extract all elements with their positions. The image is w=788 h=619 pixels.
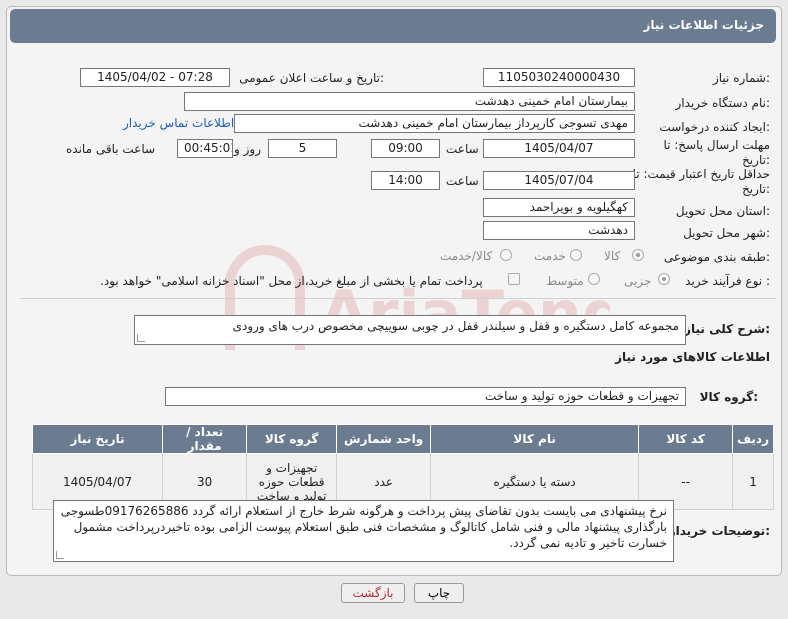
announce-date-label: تاریخ و ساعت اعلان عمومی:	[239, 71, 384, 85]
process-label: نوع فرآیند خرید :	[685, 274, 770, 288]
col-unit: واحد شمارش	[336, 424, 432, 454]
process-option-minor: جزیی	[624, 274, 652, 288]
col-need-date: تاریخ نیاز	[31, 424, 164, 454]
need-number-label: شماره نیاز:	[712, 71, 770, 85]
city-label: شهر محل تحویل:	[683, 226, 770, 240]
category-radio-service[interactable]	[570, 249, 582, 261]
process-radio-minor[interactable]	[658, 273, 670, 285]
resize-handle[interactable]	[137, 334, 145, 342]
col-group: گروه کالا	[246, 424, 338, 454]
summary-text: مجموعه کامل دستگیره و قفل و سیلندر قفل د…	[232, 319, 679, 333]
goods-group-field: تجهیزات و قطعات حوزه تولید و ساخت	[165, 387, 686, 406]
deadline-date-field: 1405/04/07	[483, 139, 635, 158]
category-option-service: خدمت	[534, 249, 566, 263]
requester-field: مهدی تسوجی کارپرداز بیمارستان امام خمینی…	[234, 114, 635, 133]
buyer-notes-text: نرخ پیشنهادی می بایست بدون تقاضای پیش پر…	[60, 504, 667, 550]
province-label: استان محل تحویل:	[675, 204, 770, 218]
city-field: دهدشت	[483, 221, 635, 240]
days-label: روز و	[234, 142, 261, 156]
deadline-label: مهلت ارسال پاسخ: تا تاریخ:	[663, 138, 770, 167]
divider	[20, 298, 776, 299]
buyer-org-field: بیمارستان امام خمینی دهدشت	[184, 92, 635, 111]
resize-handle[interactable]	[56, 551, 64, 559]
validity-time-label: ساعت	[446, 174, 479, 188]
time-remaining-label: ساعت باقی مانده	[66, 142, 156, 156]
category-label: طبقه بندی موضوعی:	[663, 250, 770, 264]
panel-header: جزئیات اطلاعات نیاز	[10, 9, 776, 43]
col-quantity: تعداد / مقدار	[162, 424, 248, 454]
goods-table: ردیف کد کالا نام کالا واحد شمارش گروه کا…	[31, 424, 774, 510]
summary-label: شرح کلی نیاز:	[684, 322, 770, 336]
print-button[interactable]: چاپ	[414, 583, 464, 603]
cell-row: 1	[732, 453, 774, 510]
buyer-org-label: نام دستگاه خریدار:	[675, 96, 771, 110]
validity-time-field: 14:00	[371, 171, 440, 190]
deadline-time-label: ساعت	[446, 142, 479, 156]
col-name: نام کالا	[430, 424, 640, 454]
summary-field: مجموعه کامل دستگیره و قفل و سیلندر قفل د…	[134, 315, 686, 345]
col-row: ردیف	[732, 424, 774, 454]
panel-title: جزئیات اطلاعات نیاز	[643, 18, 764, 32]
validity-label: حداقل تاریخ اعتبار قیمت: تا تاریخ:	[632, 167, 770, 196]
col-code: کد کالا	[638, 424, 734, 454]
category-radio-goods-service[interactable]	[500, 249, 512, 261]
validity-date-field: 1405/07/04	[483, 171, 635, 190]
category-option-goods: کالا	[604, 249, 621, 263]
category-option-goods-service: کالا/خدمت	[440, 249, 493, 263]
days-remaining-field: 5	[268, 139, 337, 158]
buyer-notes-label: توضیحات خریدار:	[668, 524, 770, 538]
process-option-medium: متوسط	[546, 274, 584, 288]
treasury-payment-checkbox[interactable]	[508, 273, 520, 285]
goods-info-title: اطلاعات کالاهای مورد نیاز	[615, 350, 770, 364]
table-header-row: ردیف کد کالا نام کالا واحد شمارش گروه کا…	[31, 424, 774, 454]
province-field: کهگیلویه و بویراحمد	[483, 198, 635, 217]
buyer-notes-field: نرخ پیشنهادی می بایست بدون تقاضای پیش پر…	[53, 500, 674, 562]
deadline-time-field: 09:00	[371, 139, 440, 158]
requester-label: ایجاد کننده درخواست:	[659, 120, 770, 134]
back-button[interactable]: بازگشت	[341, 583, 405, 603]
need-number-field: 1105030240000430	[483, 68, 635, 87]
category-radio-goods[interactable]	[632, 249, 644, 261]
treasury-payment-note: پرداخت تمام یا بخشی از مبلغ خرید،از محل …	[100, 274, 483, 288]
goods-group-label: گروه کالا:	[699, 390, 758, 404]
announce-date-field: 1405/04/02 - 07:28	[80, 68, 230, 87]
buyer-contact-link[interactable]: اطلاعات تماس خریدار	[123, 116, 234, 130]
process-radio-medium[interactable]	[588, 273, 600, 285]
time-remaining-field: 00:45:01	[177, 139, 233, 158]
